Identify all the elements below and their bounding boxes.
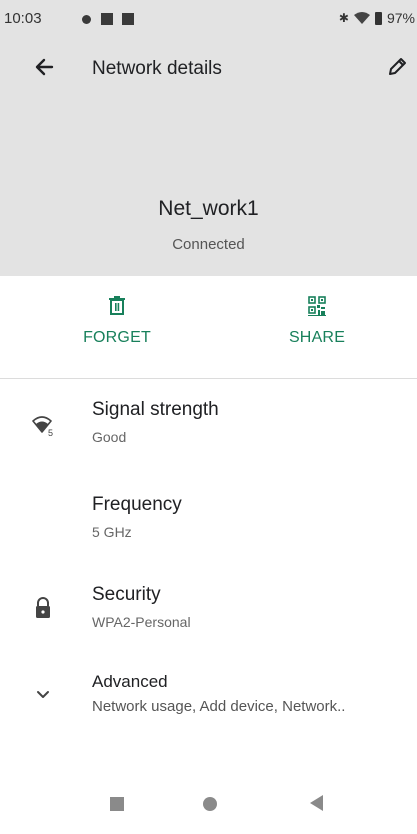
- frequency-value: 5 GHz: [92, 524, 132, 540]
- system-navigation-bar: [0, 780, 417, 834]
- status-indicators: ✱ 97%: [339, 10, 415, 26]
- wifi-5-icon: 5: [32, 416, 53, 437]
- divider: [0, 378, 417, 379]
- signal-strength-row[interactable]: 5 Signal strength Good: [0, 395, 417, 459]
- bluetooth-icon: ✱: [338, 11, 349, 25]
- network-status: Connected: [172, 236, 245, 253]
- network-name: Net_work1: [158, 197, 259, 220]
- chevron-down-icon: [37, 691, 49, 698]
- pencil-icon[interactable]: [384, 54, 410, 80]
- frequency-row[interactable]: Frequency 5 GHz: [0, 492, 417, 556]
- battery-icon: [374, 11, 382, 25]
- wifi-badge-number: 5: [48, 428, 53, 437]
- frequency-title: Frequency: [92, 494, 182, 515]
- security-row[interactable]: Security WPA2-Personal: [0, 582, 417, 646]
- arrow-left-icon[interactable]: [30, 52, 60, 82]
- security-value: WPA2-Personal: [92, 614, 191, 630]
- notification-square-icon: [122, 13, 134, 25]
- advanced-row[interactable]: Advanced Network usage, Add device, Netw…: [0, 672, 417, 732]
- share-label: SHARE: [288, 329, 346, 346]
- signal-strength-value: Good: [92, 429, 127, 445]
- advanced-summary: Network usage, Add device, Network..: [92, 698, 346, 715]
- forget-button[interactable]: FORGET: [57, 296, 177, 347]
- app-bar: Network details: [0, 50, 417, 90]
- home-button[interactable]: [203, 797, 217, 811]
- status-bar: 10:03 ✱ 97%: [0, 0, 417, 36]
- trash-icon: [109, 296, 125, 315]
- battery-percent: 97%: [386, 10, 415, 26]
- recents-button[interactable]: [110, 797, 124, 811]
- notification-dot-icon: [82, 15, 91, 24]
- wifi-status-icon: [353, 12, 370, 24]
- forget-label: FORGET: [83, 329, 151, 346]
- notification-square-icon: [101, 13, 113, 25]
- page-title: Network details: [92, 58, 222, 79]
- system-back-button[interactable]: [310, 795, 323, 811]
- security-title: Security: [92, 584, 161, 605]
- advanced-title: Advanced: [92, 672, 168, 691]
- lock-icon: [36, 597, 50, 618]
- phone-screen: 10:03 ✱ 97% Network details Net_work1 Co…: [0, 0, 417, 834]
- signal-strength-title: Signal strength: [92, 399, 219, 420]
- network-actions: FORGET SHARE: [0, 276, 417, 378]
- network-header: 10:03 ✱ 97% Network details Net_work1 Co…: [0, 0, 417, 276]
- status-time: 10:03: [4, 10, 42, 27]
- qr-code-icon: [308, 296, 326, 316]
- share-button[interactable]: SHARE: [257, 296, 377, 347]
